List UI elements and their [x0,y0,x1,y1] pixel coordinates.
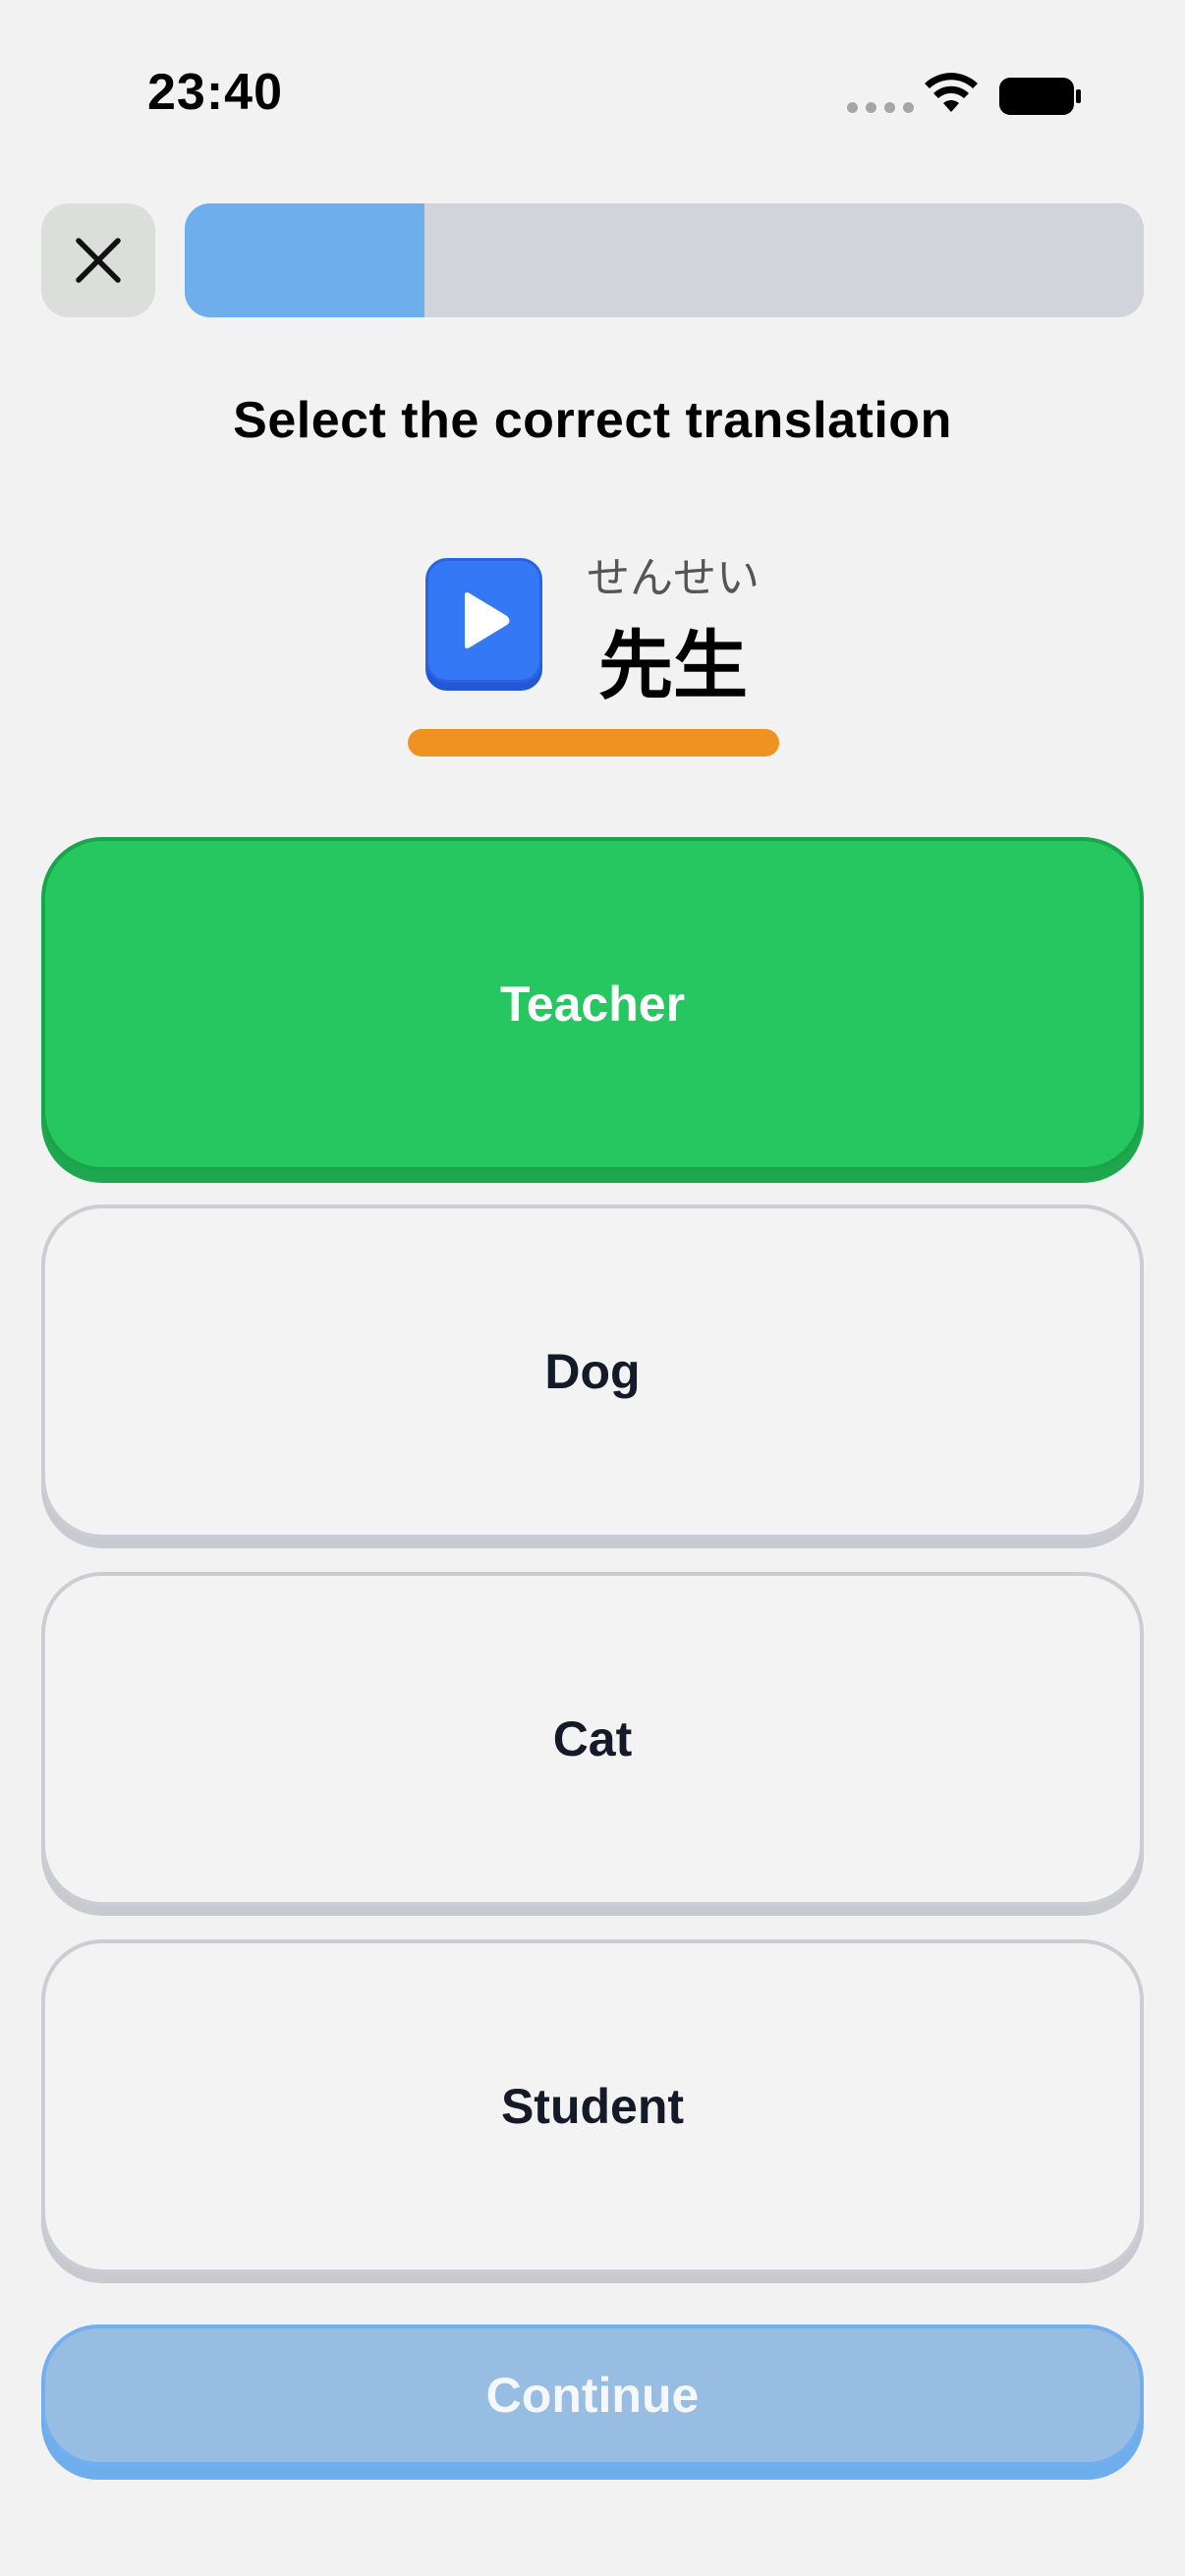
cellular-signal-icon [847,102,914,113]
status-bar: 23:40 [0,0,1185,196]
status-time: 23:40 [147,64,283,121]
continue-button[interactable]: Continue [41,2324,1144,2466]
instruction-heading: Select the correct translation [233,392,952,449]
battery-icon [999,78,1081,115]
progress-fill [185,203,424,317]
word-kanji: 先生 [598,622,748,709]
close-button[interactable] [41,203,155,317]
lesson-progress-bar [185,203,1144,317]
play-icon [464,591,509,648]
wifi-icon [925,73,978,112]
answer-option-dog[interactable]: Dog [41,1204,1144,1539]
close-icon [76,238,121,283]
word-underline [408,729,779,756]
answer-option-cat[interactable]: Cat [41,1572,1144,1906]
play-audio-button[interactable] [425,558,542,683]
answer-option-teacher[interactable]: Teacher [41,837,1144,1171]
word-reading: せんせい [587,553,760,603]
answer-option-student[interactable]: Student [41,1939,1144,2273]
